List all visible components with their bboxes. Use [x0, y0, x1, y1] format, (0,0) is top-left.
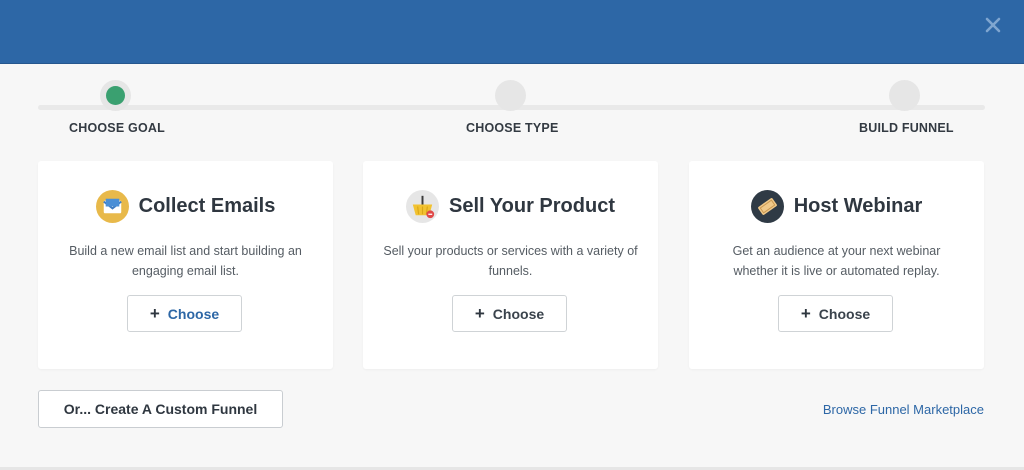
goal-card-collect-emails: Collect Emails Build a new email list an…: [38, 161, 333, 369]
progress-steps: CHOOSE GOAL CHOOSE TYPE BUILD FUNNEL: [38, 80, 985, 140]
create-custom-funnel-button[interactable]: Or... Create A Custom Funnel: [38, 390, 283, 428]
button-label: Choose: [167, 305, 220, 322]
plus-icon: +: [149, 304, 160, 323]
close-icon[interactable]: [984, 16, 1002, 34]
card-description: Sell your products or services with a va…: [383, 244, 638, 278]
shopping-basket-icon: [406, 190, 440, 223]
modal-header: [0, 0, 1024, 64]
ticket-icon: [750, 190, 784, 223]
goal-card-host-webinar: Host Webinar Get an audience at your nex…: [689, 161, 984, 369]
browse-marketplace-link[interactable]: Browse Funnel Marketplace: [823, 402, 984, 417]
step-label-choose-type: CHOOSE TYPE: [466, 121, 559, 135]
plus-icon: +: [800, 304, 811, 323]
funnel-wizard-modal: CHOOSE GOAL CHOOSE TYPE BUILD FUNNEL Col…: [0, 0, 1024, 470]
card-title: Collect Emails: [138, 195, 276, 217]
card-description: Build a new email list and start buildin…: [69, 244, 302, 278]
card-description: Get an audience at your next webinar whe…: [732, 244, 941, 278]
plus-icon: +: [474, 304, 485, 323]
card-title: Sell Your Product: [449, 195, 615, 217]
card-title: Host Webinar: [793, 195, 923, 217]
step-dot-choose-goal: [100, 80, 131, 111]
goal-card-sell-product: Sell Your Product Sell your products or …: [363, 161, 658, 369]
step-label-build-funnel: BUILD FUNNEL: [859, 121, 954, 135]
step-dot-choose-type: [495, 80, 526, 111]
choose-host-webinar-button[interactable]: + Choose: [778, 295, 893, 332]
email-envelope-icon: [95, 190, 129, 223]
step-label-choose-goal: CHOOSE GOAL: [69, 121, 165, 135]
choose-sell-product-button[interactable]: + Choose: [452, 295, 567, 332]
button-label: Choose: [818, 305, 871, 322]
choose-collect-emails-button[interactable]: + Choose: [127, 295, 242, 332]
step-dot-build-funnel: [889, 80, 920, 111]
button-label: Choose: [492, 305, 545, 322]
